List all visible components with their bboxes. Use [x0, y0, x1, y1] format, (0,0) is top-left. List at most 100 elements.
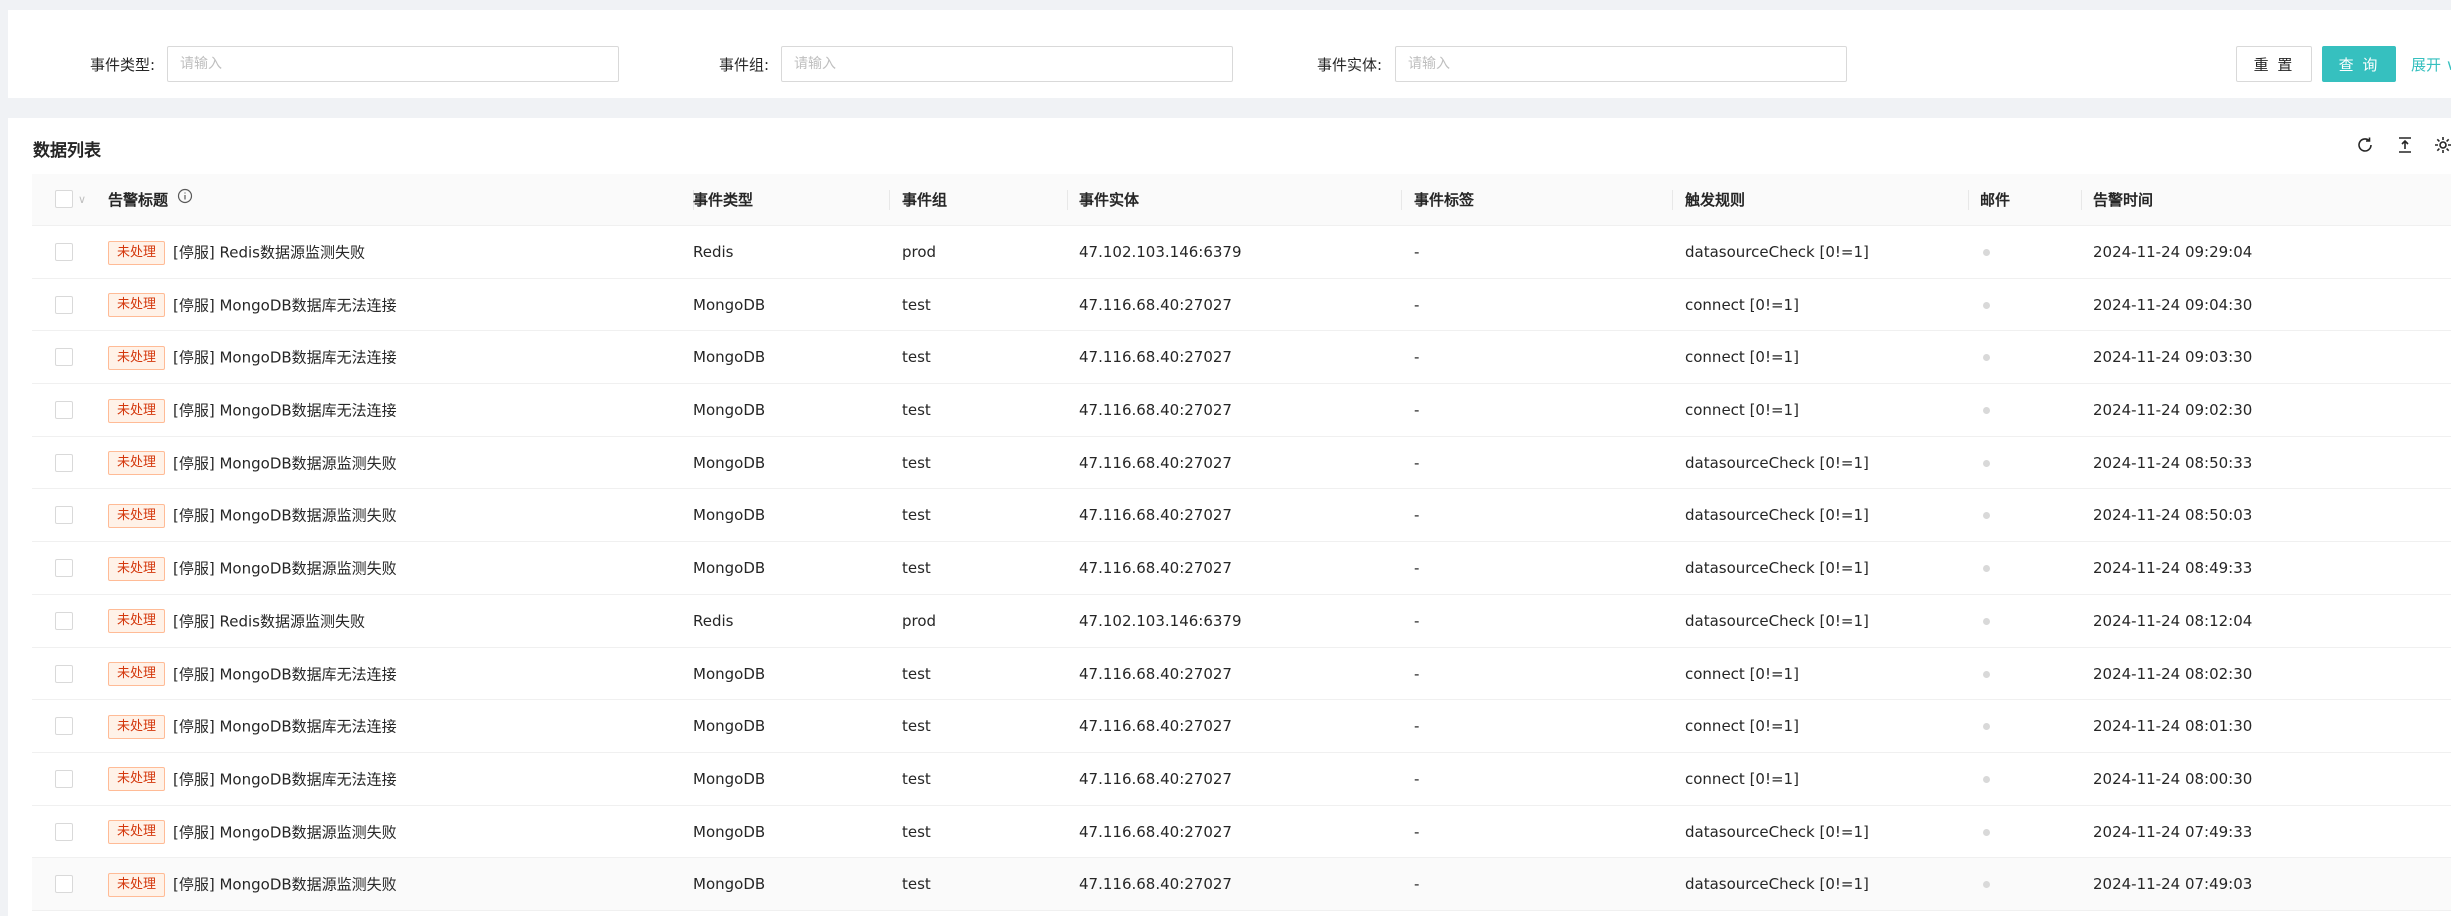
select-all-checkbox[interactable]: [55, 190, 73, 208]
alert-title-cell[interactable]: 未处理 [停服] MongoDB数据库无法连接: [108, 279, 397, 331]
column-height-icon[interactable]: [2394, 134, 2416, 156]
status-badge: 未处理: [108, 714, 166, 739]
status-badge: 未处理: [108, 293, 166, 318]
alert-title-cell[interactable]: 未处理 [停服] MongoDB数据源监测失败: [108, 806, 397, 858]
alert-title[interactable]: [停服] MongoDB数据源监测失败: [173, 507, 397, 525]
alert-title-cell[interactable]: 未处理 [停服] Redis数据源监测失败: [108, 595, 365, 647]
event-tag-cell: -: [1414, 664, 1420, 683]
event-group-cell: test: [902, 717, 931, 736]
table-row[interactable]: 未处理 [停服] MongoDB数据库无法连接 MongoDB test 47.1…: [32, 278, 2451, 332]
select-dropdown-chevron-icon[interactable]: ∨: [78, 174, 86, 226]
event-tag-cell: -: [1414, 453, 1420, 472]
table-row[interactable]: 未处理 [停服] MongoDB数据库无法连接 MongoDB test 47.1…: [32, 647, 2451, 701]
table-row[interactable]: 未处理 [停服] Redis数据源监测失败 Redis prod 47.102.1…: [32, 226, 2451, 279]
query-button[interactable]: 查 询: [2322, 46, 2396, 82]
row-checkbox[interactable]: [55, 295, 73, 314]
row-checkbox[interactable]: [55, 664, 73, 683]
row-checkbox[interactable]: [55, 875, 73, 894]
alert-title-cell[interactable]: 未处理 [停服] MongoDB数据库无法连接: [108, 700, 397, 752]
email-status-dot: [1983, 407, 1990, 415]
row-checkbox[interactable]: [55, 769, 73, 788]
row-checkbox[interactable]: [55, 611, 73, 630]
alert-title[interactable]: [停服] MongoDB数据库无法连接: [173, 402, 397, 420]
row-checkbox[interactable]: [55, 559, 73, 578]
column-separator: [1672, 190, 1673, 210]
event-entity-label: 事件实体:: [1317, 56, 1383, 74]
alert-title[interactable]: [停服] MongoDB数据库无法连接: [173, 770, 397, 788]
row-checkbox[interactable]: [55, 348, 73, 367]
table-row[interactable]: 未处理 [停服] MongoDB数据源监测失败 MongoDB test 47.1…: [32, 489, 2451, 543]
status-badge: 未处理: [108, 662, 166, 686]
event-tag-cell: -: [1414, 243, 1420, 261]
status-badge: 未处理: [108, 451, 166, 476]
reset-button[interactable]: 重 置: [2236, 46, 2312, 82]
info-circle-icon[interactable]: [177, 173, 193, 225]
email-status-dot: [1983, 565, 1990, 573]
trigger-rule-cell: datasourceCheck [0!=1]: [1685, 453, 1869, 472]
setting-icon[interactable]: [2432, 134, 2451, 156]
alert-title[interactable]: [停服] MongoDB数据库无法连接: [173, 665, 397, 683]
event-tag-cell: -: [1414, 875, 1420, 894]
event-tag-cell: -: [1414, 769, 1420, 788]
row-checkbox[interactable]: [55, 401, 73, 420]
event-type-cell: MongoDB: [693, 717, 766, 736]
expand-link[interactable]: 展开 ∨: [2411, 54, 2451, 75]
alert-time-cell: 2024-11-24 08:49:33: [2093, 559, 2253, 578]
table-row[interactable]: 未处理 [停服] MongoDB数据源监测失败 MongoDB test 47.1…: [32, 542, 2451, 595]
alert-title[interactable]: [停服] MongoDB数据库无法连接: [173, 718, 397, 736]
table-row[interactable]: 未处理 [停服] MongoDB数据源监测失败 MongoDB test 47.1…: [32, 436, 2451, 490]
event-group-input[interactable]: [781, 46, 1233, 82]
alert-title-cell[interactable]: 未处理 [停服] MongoDB数据源监测失败: [108, 542, 397, 594]
row-checkbox[interactable]: [55, 822, 73, 841]
alert-time-cell: 2024-11-24 09:03:30: [2093, 348, 2253, 367]
email-status-dot: [1983, 723, 1990, 731]
table-row[interactable]: 未处理 [停服] MongoDB数据库无法连接 MongoDB test 47.1…: [32, 700, 2451, 753]
status-badge: 未处理: [108, 767, 166, 792]
row-checkbox[interactable]: [55, 243, 73, 261]
row-checkbox[interactable]: [55, 453, 73, 472]
event-type-cell: MongoDB: [693, 664, 766, 683]
table-row[interactable]: 未处理 [停服] MongoDB数据源监测失败 MongoDB test 47.1…: [32, 858, 2451, 911]
table-row[interactable]: 未处理 [停服] MongoDB数据库无法连接 MongoDB test 47.1…: [32, 752, 2451, 806]
alert-title-cell[interactable]: 未处理 [停服] MongoDB数据库无法连接: [108, 331, 397, 383]
trigger-rule-cell: datasourceCheck [0!=1]: [1685, 822, 1869, 841]
event-type-cell: MongoDB: [693, 295, 766, 314]
status-badge: 未处理: [108, 556, 166, 581]
event-entity-input[interactable]: [1395, 46, 1847, 82]
event-tag-cell: -: [1414, 348, 1420, 367]
alert-title[interactable]: [停服] MongoDB数据库无法连接: [173, 349, 397, 367]
table-row[interactable]: 未处理 [停服] MongoDB数据库无法连接 MongoDB test 47.1…: [32, 331, 2451, 385]
event-group-cell: test: [902, 506, 931, 525]
event-group-label: 事件组:: [719, 56, 770, 74]
table-row[interactable]: 未处理 [停服] Redis数据源监测失败 Redis prod 47.102.1…: [32, 594, 2451, 648]
table-row[interactable]: 未处理 [停服] MongoDB数据源监测失败 MongoDB test 47.1…: [32, 805, 2451, 859]
table-row[interactable]: 未处理 [停服] MongoDB数据库无法连接 MongoDB test 47.1…: [32, 384, 2451, 437]
alert-title[interactable]: [停服] Redis数据源监测失败: [173, 612, 365, 630]
table-header: ∨ 告警标题 事件类型 事件组 事件实体 事件标签 触发规则 邮件 告警时间: [32, 174, 2451, 226]
row-checkbox[interactable]: [55, 717, 73, 736]
alert-title-cell[interactable]: 未处理 [停服] MongoDB数据库无法连接: [108, 648, 397, 700]
list-title: 数据列表: [33, 141, 101, 161]
row-checkbox[interactable]: [55, 506, 73, 525]
alert-title-cell[interactable]: 未处理 [停服] MongoDB数据源监测失败: [108, 489, 397, 541]
event-type-cell: Redis: [693, 611, 734, 630]
alert-title-cell[interactable]: 未处理 [停服] MongoDB数据源监测失败: [108, 858, 397, 910]
alert-title[interactable]: [停服] MongoDB数据源监测失败: [173, 823, 397, 841]
alert-time-cell: 2024-11-24 08:50:33: [2093, 453, 2253, 472]
alert-title[interactable]: [停服] MongoDB数据库无法连接: [173, 296, 397, 314]
trigger-rule-cell: datasourceCheck [0!=1]: [1685, 243, 1869, 261]
alert-title[interactable]: [停服] MongoDB数据源监测失败: [173, 876, 397, 894]
alert-title[interactable]: [停服] Redis数据源监测失败: [173, 244, 365, 262]
alert-title-cell[interactable]: 未处理 [停服] MongoDB数据源监测失败: [108, 437, 397, 489]
alert-time-cell: 2024-11-24 08:02:30: [2093, 664, 2253, 683]
alert-title[interactable]: [停服] MongoDB数据源监测失败: [173, 454, 397, 472]
alert-title-cell[interactable]: 未处理 [停服] MongoDB数据库无法连接: [108, 753, 397, 805]
alert-title[interactable]: [停服] MongoDB数据源监测失败: [173, 560, 397, 578]
email-status-dot: [1983, 354, 1990, 362]
refresh-icon[interactable]: [2354, 134, 2376, 156]
alert-title-cell[interactable]: 未处理 [停服] MongoDB数据库无法连接: [108, 384, 397, 436]
event-tag-cell: -: [1414, 506, 1420, 525]
status-badge: 未处理: [108, 609, 166, 634]
event-type-input[interactable]: [167, 46, 619, 82]
alert-title-cell[interactable]: 未处理 [停服] Redis数据源监测失败: [108, 226, 365, 278]
